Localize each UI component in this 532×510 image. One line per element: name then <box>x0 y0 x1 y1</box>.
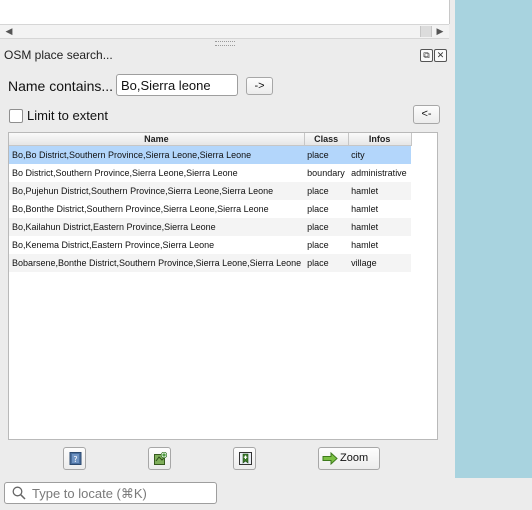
scrollbar-handle[interactable] <box>420 26 432 37</box>
row-name: Bo,Kenema District,Eastern Province,Sier… <box>12 240 215 250</box>
scroll-right-arrow-icon[interactable]: ▶ <box>433 25 447 38</box>
row-name: Bo,Bo District,Southern Province,Sierra … <box>9 145 305 164</box>
table-row[interactable]: Bobarsene,Bonthe District,Southern Provi… <box>9 254 412 272</box>
add-bookmark-icon <box>239 452 252 465</box>
row-infos: hamlet <box>348 182 412 200</box>
column-header-infos[interactable]: Infos <box>348 133 412 146</box>
table-row[interactable]: Bo,Kenema District,Eastern Province,Sier… <box>9 236 411 254</box>
add-bookmark-button[interactable] <box>233 447 256 470</box>
table-row[interactable]: Bo,Kailahun District,Eastern Province,Si… <box>9 218 412 236</box>
panel-splitter-handle[interactable] <box>215 41 235 46</box>
table-row[interactable]: Bo,Bonthe District,Southern Province,Sie… <box>9 200 411 218</box>
help-book-icon: ? <box>69 452 82 465</box>
row-name: Bo,Pujehun District,Southern Province,Si… <box>9 182 305 200</box>
column-header-class[interactable]: Class <box>304 133 349 146</box>
row-class: boundary <box>307 168 345 178</box>
locator-bar[interactable] <box>4 482 217 504</box>
row-infos: administrative <box>351 168 407 178</box>
row-infos: city <box>348 145 412 164</box>
limit-to-extent-checkbox[interactable] <box>9 109 23 123</box>
column-header-name[interactable]: Name <box>9 133 305 146</box>
zoom-arrow-icon <box>322 452 338 465</box>
close-panel-icon[interactable]: ✕ <box>434 49 447 62</box>
table-row[interactable]: Bo,Bo District,Southern Province,Sierra … <box>9 145 412 164</box>
name-search-input[interactable] <box>116 74 238 96</box>
row-infos: village <box>348 254 412 272</box>
row-infos: hamlet <box>351 240 379 250</box>
limit-to-extent-label: Limit to extent <box>27 108 108 123</box>
search-icon <box>12 486 26 500</box>
name-contains-label: Name contains... <box>8 78 114 94</box>
locator-input[interactable] <box>32 485 212 501</box>
row-name: Bobarsene,Bonthe District,Southern Provi… <box>9 254 305 272</box>
map-canvas[interactable] <box>455 0 532 478</box>
zoom-button-label: Zoom <box>340 452 369 464</box>
results-grid: Name Class Infos Bo,Bo District,Southern… <box>9 133 412 272</box>
add-layer-button[interactable] <box>148 447 171 470</box>
table-row[interactable]: Bo District,Southern Province,Sierra Leo… <box>9 164 411 182</box>
table-row[interactable]: Bo,Pujehun District,Southern Province,Si… <box>9 182 412 200</box>
help-button[interactable]: ? <box>63 447 86 470</box>
svg-text:?: ? <box>73 455 77 464</box>
row-class: place <box>307 240 329 250</box>
row-class: place <box>304 218 349 236</box>
row-infos: hamlet <box>348 218 412 236</box>
add-layer-icon <box>154 452 167 465</box>
back-button[interactable]: <- <box>413 105 440 124</box>
results-header-row: Name Class Infos <box>9 133 412 146</box>
panel-window-controls: ⧉ ✕ <box>420 49 448 67</box>
search-go-button[interactable]: -> <box>246 77 273 95</box>
results-table: Name Class Infos Bo,Bo District,Southern… <box>8 132 438 440</box>
upper-panel-area <box>0 0 450 24</box>
panel-title: OSM place search... <box>4 48 113 62</box>
row-class: place <box>304 145 349 164</box>
row-infos: hamlet <box>351 204 379 214</box>
row-name: Bo,Kailahun District,Eastern Province,Si… <box>9 218 305 236</box>
row-name: Bo,Bonthe District,Southern Province,Sie… <box>12 204 269 214</box>
row-name: Bo District,Southern Province,Sierra Leo… <box>12 168 238 178</box>
zoom-button[interactable]: Zoom <box>318 447 380 470</box>
row-class: place <box>304 182 349 200</box>
horizontal-scrollbar[interactable]: ◀ ▶ <box>0 24 449 39</box>
scroll-left-arrow-icon[interactable]: ◀ <box>2 25 16 38</box>
row-class: place <box>307 204 329 214</box>
row-class: place <box>304 254 349 272</box>
float-panel-icon[interactable]: ⧉ <box>420 49 433 62</box>
